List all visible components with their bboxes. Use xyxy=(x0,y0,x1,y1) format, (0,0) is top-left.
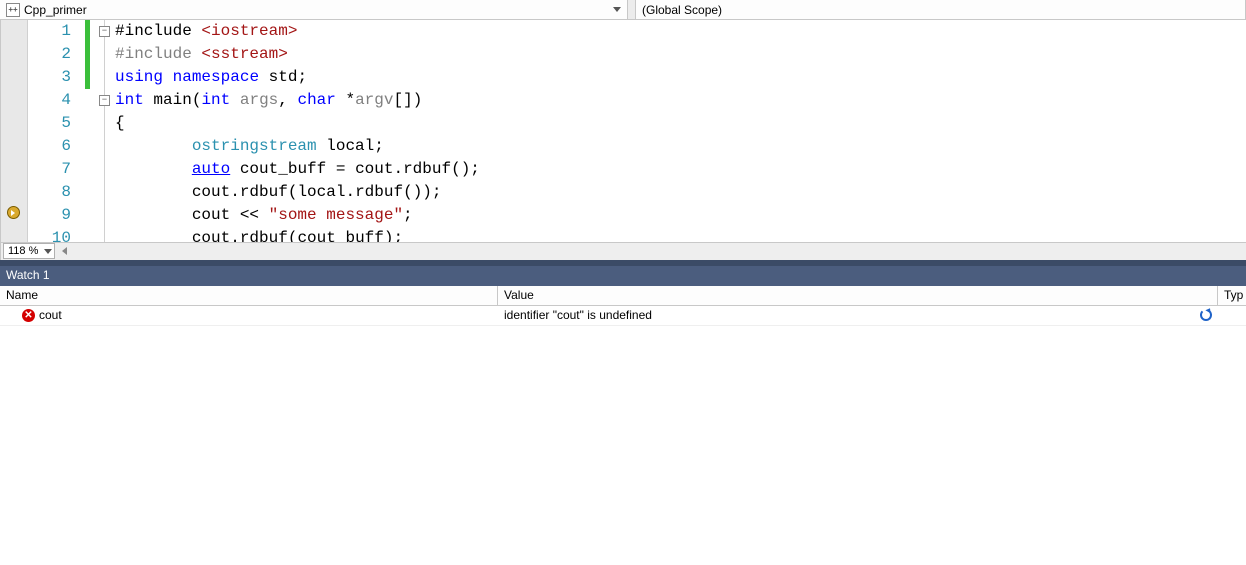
outline-gutter: − xyxy=(99,20,113,43)
modified-marker xyxy=(85,66,90,89)
outline-gutter xyxy=(99,181,113,204)
code-line: 3 using namespace std; xyxy=(1,66,1246,89)
file-scope-label: Cpp_primer xyxy=(24,3,607,17)
change-marker xyxy=(85,227,99,242)
outline-gutter xyxy=(99,135,113,158)
line-number: 5 xyxy=(27,112,85,135)
code-text[interactable]: ostringstream local; xyxy=(113,135,1246,158)
line-number: 3 xyxy=(27,66,85,89)
line-number: 8 xyxy=(27,181,85,204)
outline-gutter xyxy=(99,158,113,181)
breakpoint-gutter[interactable] xyxy=(1,135,27,158)
watch-row-value[interactable]: identifier "cout" is undefined xyxy=(498,308,1194,322)
code-text[interactable]: int main(int args, char *argv[]) xyxy=(113,89,1246,112)
cpp-file-icon: ++ xyxy=(6,3,20,17)
breakpoint-gutter[interactable] xyxy=(1,43,27,66)
zoom-bar: 118 % xyxy=(1,242,1246,260)
code-text[interactable]: cout << "some message"; xyxy=(113,204,1246,227)
code-line: 5{ xyxy=(1,112,1246,135)
code-line: 10 cout.rdbuf(cout_buff); xyxy=(1,227,1246,242)
watch-refresh-button[interactable] xyxy=(1194,309,1218,321)
change-marker xyxy=(85,20,99,43)
code-line: 6 ostringstream local; xyxy=(1,135,1246,158)
code-line: 7 auto cout_buff = cout.rdbuf(); xyxy=(1,158,1246,181)
zoom-level: 118 % xyxy=(8,245,38,257)
breakpoint-gutter[interactable] xyxy=(1,158,27,181)
line-number: 6 xyxy=(27,135,85,158)
watch-header: Name Value Typ xyxy=(0,286,1246,306)
breakpoint-gutter[interactable] xyxy=(1,66,27,89)
member-scope-label: (Global Scope) xyxy=(642,3,1239,17)
modified-marker xyxy=(85,43,90,66)
context-bar: ++ Cpp_primer (Global Scope) xyxy=(0,0,1246,20)
chevron-down-icon xyxy=(44,249,52,254)
watch-panel-title[interactable]: Watch 1 xyxy=(0,266,1246,286)
watch-name-text: cout xyxy=(39,308,62,322)
code-text[interactable]: cout.rdbuf(cout_buff); xyxy=(113,227,1246,242)
watch-body: ✕ cout identifier "cout" is undefined xyxy=(0,306,1246,326)
change-marker xyxy=(85,181,99,204)
code-text[interactable]: { xyxy=(113,112,1246,135)
breakpoint-gutter[interactable] xyxy=(1,89,27,112)
watch-col-type[interactable]: Typ xyxy=(1218,286,1246,305)
editor-pane: 1−#include <iostream>2#include <sstream>… xyxy=(0,20,1246,260)
code-line: 8 cout.rdbuf(local.rdbuf()); xyxy=(1,181,1246,204)
zoom-combo[interactable]: 118 % xyxy=(3,243,55,259)
breakpoint-gutter[interactable] xyxy=(1,112,27,135)
code-text[interactable]: #include <sstream> xyxy=(113,43,1246,66)
refresh-icon xyxy=(1200,309,1212,321)
change-marker xyxy=(85,158,99,181)
outline-gutter xyxy=(99,43,113,66)
code-text[interactable]: cout.rdbuf(local.rdbuf()); xyxy=(113,181,1246,204)
code-line: 9 cout << "some message"; xyxy=(1,204,1246,227)
line-number: 2 xyxy=(27,43,85,66)
modified-marker xyxy=(85,20,90,43)
scroll-left-icon[interactable] xyxy=(59,243,69,259)
change-marker xyxy=(85,204,99,227)
watch-col-value[interactable]: Value xyxy=(498,286,1218,305)
code-editor[interactable]: 1−#include <iostream>2#include <sstream>… xyxy=(1,20,1246,242)
breakpoint-gutter[interactable] xyxy=(1,20,27,43)
line-number: 1 xyxy=(27,20,85,43)
breakpoint-gutter[interactable] xyxy=(1,227,27,242)
change-marker xyxy=(85,66,99,89)
error-icon: ✕ xyxy=(22,309,35,322)
change-marker xyxy=(85,112,99,135)
file-scope-dropdown[interactable]: ++ Cpp_primer xyxy=(0,0,628,19)
breakpoint-gutter[interactable] xyxy=(1,204,27,227)
watch-empty-area[interactable] xyxy=(0,326,1246,565)
code-line: 1 −#include <iostream> xyxy=(1,20,1246,43)
chevron-down-icon xyxy=(613,7,621,12)
change-marker xyxy=(85,135,99,158)
nav-divider xyxy=(628,0,636,19)
outline-gutter xyxy=(99,204,113,227)
watch-col-name[interactable]: Name xyxy=(0,286,498,305)
fold-toggle[interactable]: − xyxy=(99,95,110,106)
outline-gutter: − xyxy=(99,89,113,112)
code-line: 4 −int main(int args, char *argv[]) xyxy=(1,89,1246,112)
code-line: 2 #include <sstream> xyxy=(1,43,1246,66)
outline-gutter xyxy=(99,112,113,135)
watch-value-text: identifier "cout" is undefined xyxy=(504,308,1194,322)
outline-gutter xyxy=(99,66,113,89)
watch-row[interactable]: ✕ cout identifier "cout" is undefined xyxy=(0,306,1246,326)
line-number: 10 xyxy=(27,227,85,242)
breakpoint-gutter[interactable] xyxy=(1,181,27,204)
outline-gutter xyxy=(99,227,113,242)
member-scope-dropdown[interactable]: (Global Scope) xyxy=(636,0,1246,19)
fold-toggle[interactable]: − xyxy=(99,26,110,37)
code-table: 1−#include <iostream>2#include <sstream>… xyxy=(1,20,1246,242)
line-number: 9 xyxy=(27,204,85,227)
breakpoint-icon[interactable] xyxy=(7,206,20,219)
change-marker xyxy=(85,43,99,66)
code-text[interactable]: using namespace std; xyxy=(113,66,1246,89)
code-text[interactable]: #include <iostream> xyxy=(113,20,1246,43)
change-marker xyxy=(85,89,99,112)
line-number: 7 xyxy=(27,158,85,181)
watch-row-name[interactable]: ✕ cout xyxy=(0,308,498,322)
code-text[interactable]: auto cout_buff = cout.rdbuf(); xyxy=(113,158,1246,181)
line-number: 4 xyxy=(27,89,85,112)
